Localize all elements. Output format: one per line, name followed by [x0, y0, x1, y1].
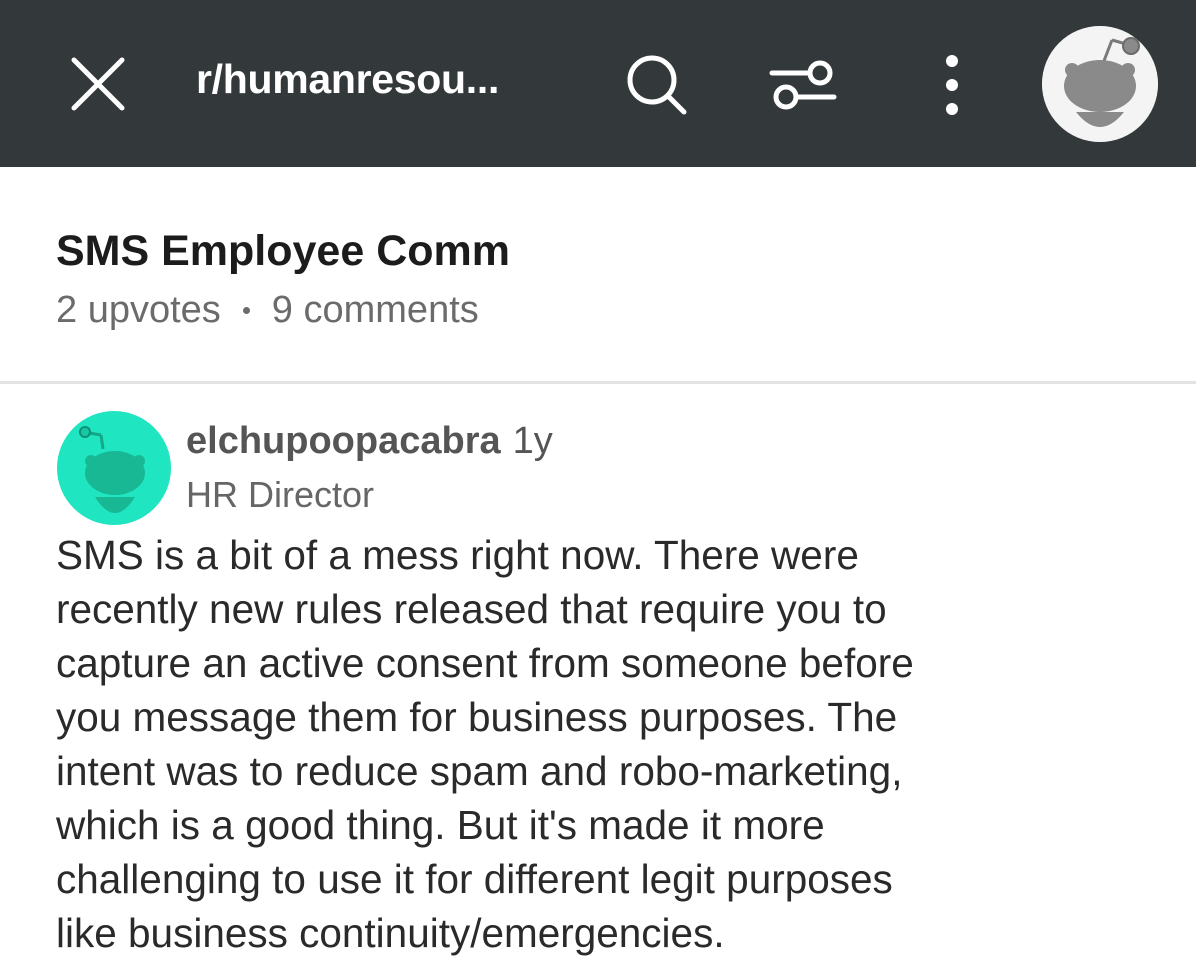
comment-author-line: elchupoopacabra 1y: [186, 420, 553, 463]
post-header: SMS Employee Comm 2 upvotes 9 comments: [0, 167, 1196, 381]
comment-body: SMS is a bit of a mess right now. There …: [56, 528, 1166, 960]
comment-age: 1y: [512, 420, 553, 462]
comment-body-line: recently new rules released that require…: [56, 586, 887, 632]
comment-body-line: capture an active consent from someone b…: [56, 640, 914, 686]
comment-count: 9 comments: [271, 289, 479, 331]
comment-author[interactable]: elchupoopacabra: [186, 420, 501, 463]
more-options-button[interactable]: [912, 40, 992, 130]
sort-filter-icon: [769, 60, 837, 110]
post-title[interactable]: SMS Employee Comm: [56, 227, 510, 276]
user-flair: HR Director: [186, 474, 375, 515]
user-avatar-button[interactable]: [1042, 26, 1158, 142]
search-button[interactable]: [612, 40, 702, 130]
comment-body-line: challenging to use it for different legi…: [56, 856, 893, 902]
comment-body-line: you message them for business purposes. …: [56, 694, 898, 740]
comment-body-line: like business continuity/emergencies.: [56, 910, 725, 956]
separator-dot: [242, 307, 250, 314]
search-icon: [627, 55, 687, 115]
upvote-count: 2 upvotes: [56, 289, 221, 331]
post-meta: 2 upvotes 9 comments: [56, 289, 479, 332]
sort-filter-button[interactable]: [758, 40, 848, 130]
comment-body-line: SMS is a bit of a mess right now. There …: [56, 532, 859, 578]
snoo-avatar-icon: [79, 426, 145, 513]
more-vertical-icon: [946, 55, 958, 115]
user-avatar-icon: [1042, 26, 1158, 142]
comment-body-line: intent was to reduce spam and robo-marke…: [56, 748, 903, 794]
top-app-bar: r/humanresou...: [0, 0, 1196, 167]
commenter-avatar[interactable]: [57, 411, 171, 525]
comment-body-line: which is a good thing. But it's made it …: [56, 802, 825, 848]
comment: elchupoopacabra 1y HR Director SMS is a …: [0, 384, 1196, 980]
close-button[interactable]: [58, 44, 138, 124]
close-icon: [71, 57, 125, 111]
subreddit-name[interactable]: r/humanresou...: [196, 56, 499, 103]
